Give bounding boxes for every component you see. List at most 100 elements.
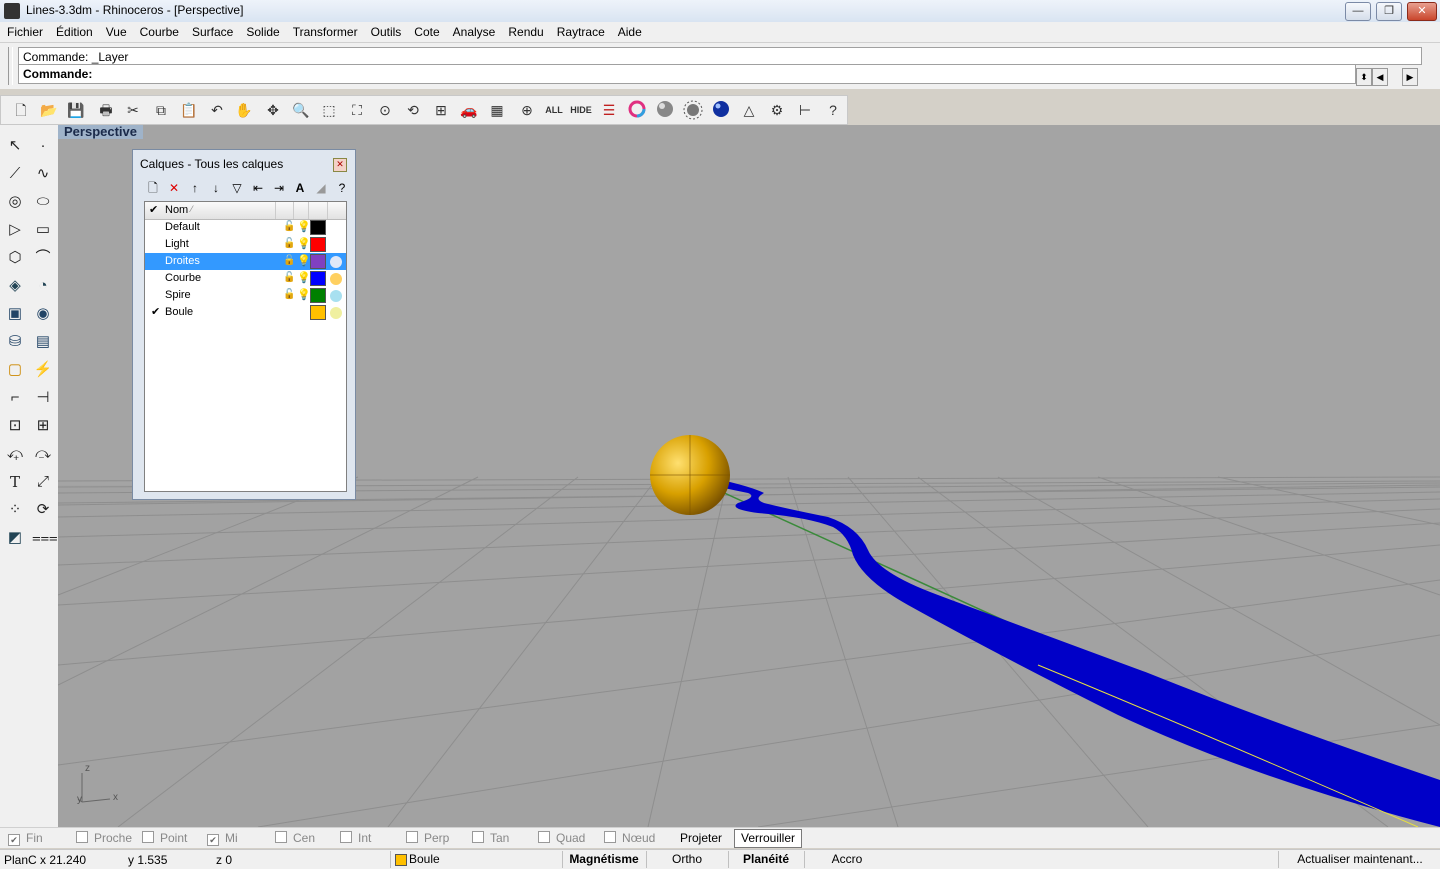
restore-button[interactable]: ❐ [1376,2,1402,21]
delete-layer-icon[interactable]: ✕ [165,179,183,197]
layer-color-swatch[interactable] [310,305,326,320]
triangle-icon[interactable]: ◢ [312,179,330,197]
filter-icon[interactable]: ▽ [228,179,246,197]
layer-color-swatch[interactable] [310,237,326,252]
layer-material-icon[interactable] [330,256,342,268]
visibility-bulb-icon[interactable]: 💡 [297,220,311,233]
extend-icon[interactable]: ⤼ [32,443,54,465]
lock-icon[interactable]: 🔓 [283,289,295,300]
osnap-option[interactable]: ✔ Mi [207,831,238,846]
osnap-checkbox[interactable] [472,831,484,843]
cut-icon[interactable]: ✂ [123,100,143,120]
save-icon[interactable]: 💾 [66,100,86,120]
command-input[interactable]: Commande: [18,64,1356,84]
text-a-icon[interactable]: A [291,179,309,197]
layer-name[interactable]: Droites [165,255,200,267]
zoom-extents-icon[interactable]: ⛶ [347,100,367,120]
osnap-checkbox[interactable] [76,831,88,843]
osnap-option[interactable]: Tan [472,831,509,845]
zoom-icon[interactable]: 🔍 [291,100,311,120]
visibility-bulb-icon[interactable]: 💡 [297,288,311,301]
menu-cote[interactable]: Cote [408,22,445,42]
osnap-checkbox[interactable] [340,831,352,843]
render-blue-icon[interactable] [711,100,731,120]
layer-manager-icon[interactable]: ▦ [487,100,507,120]
analyze-icon[interactable]: ⩶ [32,527,58,549]
undo-icon[interactable]: ↶ [207,100,227,120]
fillet-icon[interactable]: ▢ [4,359,26,381]
menu-aide[interactable]: Aide [612,22,648,42]
ungroup-icon[interactable]: ⊞ [32,415,54,437]
layer-row[interactable]: Default 🔓 💡 [145,219,346,236]
help-icon[interactable]: ? [823,100,843,120]
menu-analyse[interactable]: Analyse [447,22,502,42]
zoom-selected-icon[interactable]: ⊙ [375,100,395,120]
split-icon[interactable]: ⊣ [32,387,54,409]
text-icon[interactable]: T [4,471,26,493]
zoom-window-icon[interactable]: ⬚ [319,100,339,120]
lock-icon[interactable]: 🔓 [283,221,295,232]
layer-row[interactable]: ✔ Boule [145,304,346,321]
layer-row[interactable]: Courbe 🔓 💡 [145,270,346,287]
snap-toggle[interactable]: Magnétisme [562,851,645,868]
new-layer-icon[interactable]: 🗋 [144,179,162,197]
menu-raytrace[interactable]: Raytrace [551,22,611,42]
osnap-option[interactable]: Point [142,831,187,845]
layer-name[interactable]: Courbe [165,272,201,284]
circle-icon[interactable]: ◎ [4,191,26,213]
light-cone-icon[interactable]: △ [739,100,759,120]
open-file-icon[interactable]: 📂 [39,100,59,120]
osnap-option[interactable]: ✔ Fin [8,831,43,846]
show-all-icon[interactable]: ALL [543,100,565,120]
osnap-option[interactable]: Quad [538,831,585,845]
paste-icon[interactable]: 📋 [179,100,199,120]
projeter-button[interactable]: Projeter [668,829,734,848]
layer-name[interactable]: Spire [165,289,191,301]
export-layer-icon[interactable]: ⇥ [270,179,288,197]
offset-icon[interactable]: ⤽ [4,443,26,465]
osnap-checkbox[interactable] [604,831,616,843]
menu-outils[interactable]: Outils [365,22,408,42]
lock-icon[interactable]: 🔓 [283,272,295,283]
explode-icon[interactable]: ⚡ [32,359,54,381]
revolve-icon[interactable]: ◔ [32,275,54,297]
current-layer[interactable]: Boule [390,851,561,868]
osnap-option[interactable]: Int [340,831,371,845]
rhino-app-icon[interactable] [4,3,20,19]
cylinder-icon[interactable]: ⛁ [4,331,26,353]
osnap-toggle[interactable]: Accro [804,851,889,868]
command-grip[interactable] [8,47,13,85]
layer-material-icon[interactable] [330,307,342,319]
osnap-checkbox[interactable]: ✔ [207,834,219,846]
layer-name[interactable]: Default [165,221,200,233]
layer-row[interactable]: Droites 🔓 💡 [145,253,346,270]
select-arrow-icon[interactable]: ↖ [4,135,26,157]
menu-courbe[interactable]: Courbe [134,22,185,42]
import-layer-icon[interactable]: ⇤ [249,179,267,197]
layer-material-icon[interactable] [330,222,342,234]
mesh-icon[interactable]: ▤ [32,331,54,353]
layer-color-swatch[interactable] [310,271,326,286]
color-wheel-icon[interactable] [627,100,647,120]
ortho-toggle[interactable]: Ortho [646,851,727,868]
hide-icon[interactable]: HIDE [569,100,593,120]
rotate-view-icon[interactable]: ✥ [263,100,283,120]
osnap-option[interactable]: Perp [406,831,449,845]
layer-material-icon[interactable] [330,239,342,251]
boolean-icon[interactable]: ◉ [32,303,54,325]
viewport-title[interactable]: Perspective [58,125,143,139]
surface-icon[interactable]: ◈ [4,275,26,297]
move-up-icon[interactable]: ↑ [186,179,204,197]
ellipse-icon[interactable]: ⬭ [32,191,54,213]
menu-transformer[interactable]: Transformer [287,22,364,42]
four-viewports-icon[interactable]: ⊞ [431,100,451,120]
header-check[interactable]: ✔ [149,203,158,216]
layer-name[interactable]: Boule [165,306,193,318]
array-icon[interactable]: ⁘ [4,499,26,521]
menu-solide[interactable]: Solide [240,22,285,42]
osnap-option[interactable]: Proche [76,831,132,845]
options-gear-icon[interactable]: ⚙ [767,100,787,120]
verrouiller-button[interactable]: Verrouiller [734,829,802,848]
print-icon[interactable]: 🖶 [96,100,116,120]
curve-icon[interactable]: ∿ [32,163,54,185]
